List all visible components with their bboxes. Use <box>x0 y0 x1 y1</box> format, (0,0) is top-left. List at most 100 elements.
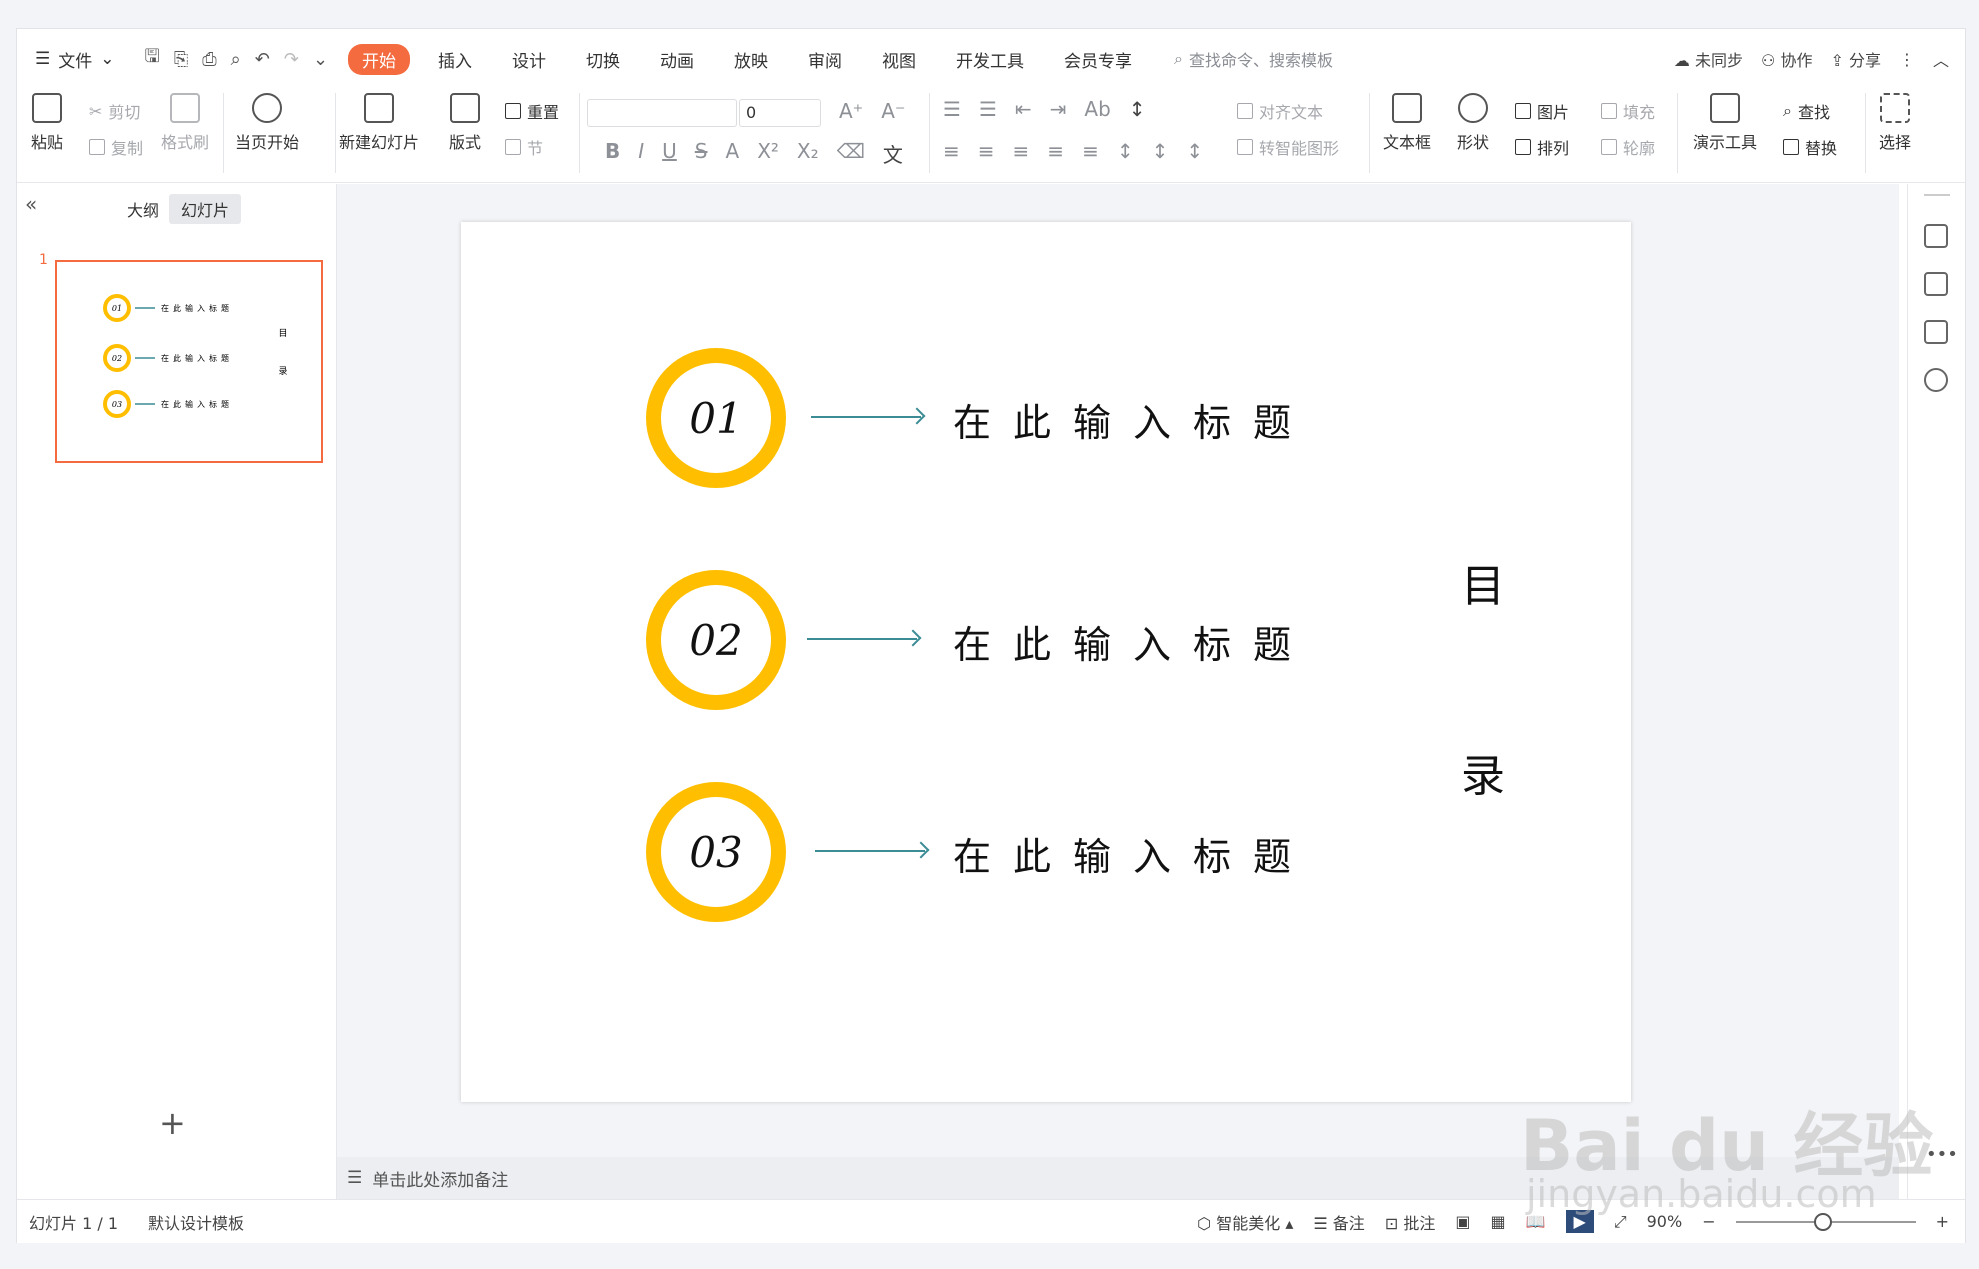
smart-shape-button[interactable]: 转智能图形 <box>1237 135 1339 159</box>
picture-button[interactable]: 图片 <box>1515 99 1569 123</box>
tab-member[interactable]: 会员专享 <box>1044 43 1152 76</box>
zoom-slider[interactable] <box>1735 1212 1916 1231</box>
align-right-icon[interactable]: ≡ <box>1013 139 1030 163</box>
bullet-list-icon[interactable]: ☰ <box>943 97 961 121</box>
numbered-list-icon[interactable]: ☰ <box>979 97 997 121</box>
number-ring-2[interactable]: 02 <box>646 570 786 710</box>
fill-button[interactable]: 填充 <box>1601 99 1655 123</box>
tab-animations[interactable]: 动画 <box>640 43 714 76</box>
number-ring-3[interactable]: 03 <box>646 782 786 922</box>
underline-icon[interactable]: U <box>662 139 677 168</box>
transition-icon[interactable] <box>1924 320 1948 344</box>
subscript-icon[interactable]: X₂ <box>797 139 819 168</box>
decrease-indent-icon[interactable]: ⇤ <box>1015 97 1032 121</box>
tab-insert[interactable]: 插入 <box>418 43 492 76</box>
align-text-button[interactable]: 对齐文本 <box>1237 99 1323 123</box>
phonetic-icon[interactable]: 文 <box>883 139 903 168</box>
cut-button[interactable]: ✂ 剪切 <box>89 99 140 123</box>
redo-icon[interactable]: ↷ <box>284 49 299 70</box>
layout-button[interactable]: 版式 <box>449 93 481 153</box>
number-ring-1[interactable]: 01 <box>646 348 786 488</box>
more-icon[interactable]: ⋮ <box>1899 50 1915 69</box>
column-spacing-icon[interactable]: ↕ <box>1186 139 1203 163</box>
share-button[interactable]: ⇪ 分享 <box>1830 47 1881 71</box>
font-family-select[interactable] <box>587 99 737 127</box>
superscript-icon[interactable]: X² <box>757 139 779 168</box>
tab-slideshow[interactable]: 放映 <box>714 43 788 76</box>
tab-design[interactable]: 设计 <box>492 43 566 76</box>
save-icon[interactable]: 🖫 <box>145 44 160 74</box>
grow-font-icon[interactable]: A⁺ <box>839 99 863 123</box>
collapse-ribbon-icon[interactable]: ︿ <box>1933 47 1949 71</box>
tab-transitions[interactable]: 切换 <box>566 43 640 76</box>
print-icon[interactable]: ⎙ <box>202 49 216 70</box>
star-icon[interactable] <box>1924 272 1948 296</box>
slide-canvas[interactable]: 01 在此输入标题 02 在此输入标题 03 在此输入标题 目 录 <box>461 222 1631 1102</box>
replace-button[interactable]: 替换 <box>1783 135 1837 159</box>
font-size-select[interactable]: 0 <box>739 99 821 127</box>
play-current-button[interactable]: 当页开始 <box>235 93 299 153</box>
shape-button[interactable]: 形状 <box>1457 93 1489 153</box>
outline-button[interactable]: 轮廓 <box>1601 135 1655 159</box>
find-button[interactable]: ⌕ 查找 <box>1783 99 1830 123</box>
sync-button[interactable]: ☁ 未同步 <box>1674 47 1743 71</box>
paste-button[interactable]: 粘贴 <box>31 93 63 153</box>
item-title-3[interactable]: 在此输入标题 <box>953 826 1313 881</box>
section-button[interactable]: 节 <box>505 135 543 159</box>
arrow-2[interactable] <box>807 638 917 640</box>
arrow-1[interactable] <box>811 416 921 418</box>
smart-beautify-button[interactable]: ⬡ 智能美化 ▴ <box>1197 1210 1293 1234</box>
file-menu[interactable]: ☰ 文件 ⌄ <box>35 47 115 72</box>
zoom-in-button[interactable]: + <box>1936 1212 1949 1231</box>
collab-button[interactable]: ⚇ 协作 <box>1761 47 1812 71</box>
normal-view-icon[interactable]: ▣ <box>1455 1212 1470 1231</box>
align-left-icon[interactable]: ≡ <box>943 139 960 163</box>
slide-thumbnail[interactable]: 01 在此输入标题 02 在此输入标题 03 在此输入标题 目 录 <box>55 260 323 463</box>
tab-review[interactable]: 审阅 <box>788 43 862 76</box>
undo-icon[interactable]: ↶ <box>255 49 270 70</box>
font-color-icon[interactable]: A <box>726 139 740 168</box>
item-title-2[interactable]: 在此输入标题 <box>953 614 1313 669</box>
sort-icon[interactable]: ↕ <box>1129 97 1146 121</box>
comments-button[interactable]: ⊡ 批注 <box>1385 1210 1436 1234</box>
select-button[interactable]: 选择 <box>1879 93 1911 153</box>
clear-format-icon[interactable]: ⌫ <box>837 139 865 168</box>
vertical-title[interactable]: 目 录 <box>1461 492 1521 872</box>
item-title-1[interactable]: 在此输入标题 <box>953 392 1313 447</box>
shrink-font-icon[interactable]: A⁻ <box>881 99 905 123</box>
tab-view[interactable]: 视图 <box>862 43 936 76</box>
export-icon[interactable]: ⎘ <box>174 49 188 70</box>
properties-icon[interactable] <box>1924 224 1948 248</box>
collapse-panel-icon[interactable]: « <box>25 192 37 216</box>
help-icon[interactable] <box>1924 368 1948 392</box>
copy-button[interactable]: 复制 <box>89 135 143 159</box>
notes-toggle-button[interactable]: ☰ 备注 <box>1313 1210 1364 1234</box>
customize-dropdown-icon[interactable]: ⌄ <box>313 49 328 70</box>
command-search[interactable]: ⌕ 查找命令、搜索模板 <box>1174 47 1333 71</box>
align-center-icon[interactable]: ≡ <box>978 139 995 163</box>
textbox-button[interactable]: 文本框 <box>1383 93 1431 153</box>
tab-slides[interactable]: 幻灯片 <box>169 194 242 224</box>
sorter-view-icon[interactable]: ▦ <box>1490 1212 1505 1231</box>
italic-icon[interactable]: I <box>638 139 644 168</box>
line-spacing-icon[interactable]: ↕ <box>1117 139 1134 163</box>
add-slide-button[interactable]: + <box>159 1104 186 1142</box>
text-direction-icon[interactable]: Ab <box>1084 97 1110 121</box>
format-painter-button[interactable]: 格式刷 <box>161 93 209 153</box>
justify-icon[interactable]: ≡ <box>1047 139 1064 163</box>
tab-developer[interactable]: 开发工具 <box>936 43 1044 76</box>
distribute-icon[interactable]: ≡ <box>1082 139 1099 163</box>
arrow-3[interactable] <box>815 850 925 852</box>
print-preview-icon[interactable]: ⌕ <box>231 49 241 70</box>
strikethrough-icon[interactable]: S <box>695 139 708 168</box>
paragraph-spacing-icon[interactable]: ↕ <box>1152 139 1169 163</box>
arrange-button[interactable]: 排列 <box>1515 135 1569 159</box>
tab-outline[interactable]: 大纲 <box>115 194 171 224</box>
increase-indent-icon[interactable]: ⇥ <box>1050 97 1067 121</box>
bold-icon[interactable]: B <box>605 139 620 168</box>
reset-button[interactable]: 重置 <box>505 99 559 123</box>
tab-home[interactable]: 开始 <box>348 43 411 75</box>
presenter-tools-button[interactable]: 演示工具 <box>1693 93 1757 153</box>
template-name[interactable]: 默认设计模板 <box>148 1210 244 1234</box>
new-slide-button[interactable]: 新建幻灯片 <box>339 93 419 153</box>
